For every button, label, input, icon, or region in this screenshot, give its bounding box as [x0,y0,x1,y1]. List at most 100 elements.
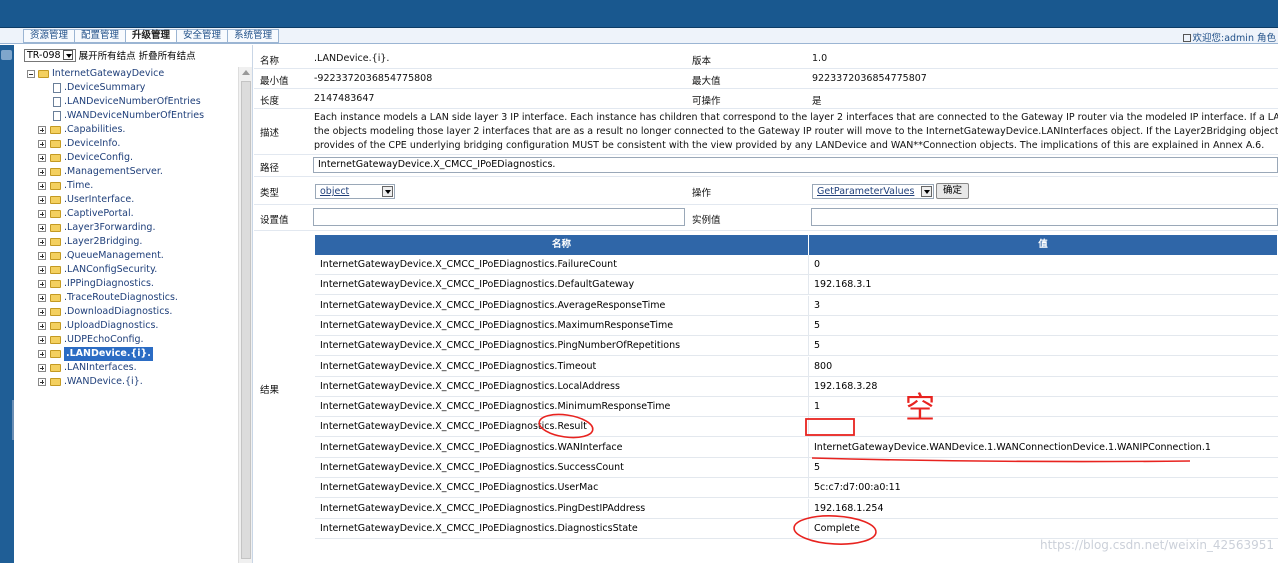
expand-icon[interactable] [38,252,46,260]
splitter-handle[interactable] [12,400,14,440]
result-parameter-value: 0 [814,259,821,270]
expand-icon[interactable] [38,364,46,372]
tree-node[interactable]: .LANDeviceNumberOfEntries [24,95,238,109]
main-menu-bar: 资源管理 配置管理 升级管理 安全管理 系统管理 欢迎您:admin 角色 [0,28,1278,44]
collapse-all-link[interactable]: 折叠所有结点 [139,48,196,62]
tree-node[interactable]: .TraceRouteDiagnostics. [24,291,238,305]
path-input[interactable]: InternetGatewayDevice.X_CMCC_IPoEDiagnos… [313,157,1278,173]
model-version-select[interactable]: TR-098 [24,48,76,62]
expand-icon[interactable] [38,224,46,232]
tree-node[interactable]: .UploadDiagnostics. [24,319,238,333]
expand-icon[interactable] [38,336,46,344]
row-length-writable: 长度 2147483647 可操作 是 [254,89,1278,109]
menu-tab-security[interactable]: 安全管理 [176,29,228,43]
expand-icon[interactable] [38,294,46,302]
tree-node[interactable]: .Layer3Forwarding. [24,221,238,235]
confirm-button[interactable]: 确定 [936,183,970,199]
writable-value: 是 [812,96,822,107]
result-parameter-value: 192.168.3.28 [814,380,878,392]
expand-icon[interactable] [38,196,46,204]
length-label: 长度 [260,96,280,107]
left-collapse-strip[interactable] [0,45,14,563]
expand-icon[interactable] [38,126,46,134]
min-label: 最小值 [260,76,289,87]
expand-icon[interactable] [38,378,46,386]
tree-node-label: .IPPingDiagnostics. [64,278,154,289]
table-row: InternetGatewayDevice.X_CMCC_IPoEDiagnos… [315,295,1278,316]
result-parameter-name: InternetGatewayDevice.X_CMCC_IPoEDiagnos… [320,502,646,514]
tree-node[interactable]: .DeviceSummary [24,81,238,95]
tree-node[interactable]: .LANConfigSecurity. [24,263,238,277]
instance-value-input[interactable] [811,208,1278,226]
expand-icon[interactable] [38,322,46,330]
tree-node[interactable]: .DownloadDiagnostics. [24,305,238,319]
top-banner [0,0,1278,28]
menu-tab-resource[interactable]: 资源管理 [23,29,75,43]
folder-icon [50,140,61,148]
result-parameter-name: InternetGatewayDevice.X_CMCC_IPoEDiagnos… [320,522,638,534]
result-parameter-value: 192.168.1.254 [814,502,884,514]
tree-node[interactable]: .QueueManagement. [24,249,238,263]
expand-icon[interactable] [38,280,46,288]
tree-node[interactable]: .IPPingDiagnostics. [24,277,238,291]
result-parameter-name: InternetGatewayDevice.X_CMCC_IPoEDiagnos… [320,279,635,291]
scroll-up-icon[interactable] [242,70,250,75]
expand-icon[interactable] [38,308,46,316]
type-select[interactable]: object [315,184,395,199]
description-line: the objects modeling those layer 2 inter… [314,126,1278,137]
tree-node[interactable]: .UDPEchoConfig. [24,333,238,347]
length-value: 2147483647 [314,93,375,104]
chevron-down-icon [62,50,73,60]
expand-icon[interactable] [38,182,46,190]
menu-tab-upgrade[interactable]: 升级管理 [125,29,177,43]
tree-node[interactable]: .Time. [24,179,238,193]
folder-icon [50,252,61,260]
tree-node[interactable]: .ManagementServer. [24,165,238,179]
result-parameter-name: InternetGatewayDevice.X_CMCC_IPoEDiagnos… [320,380,620,392]
tree-node[interactable]: .DeviceInfo. [24,137,238,151]
tree-node-label: .Time. [64,180,94,191]
menu-tab-config[interactable]: 配置管理 [74,29,126,43]
expand-icon[interactable] [38,140,46,148]
result-parameter-name: InternetGatewayDevice.X_CMCC_IPoEDiagnos… [320,482,599,494]
tree-toolbar: TR-098 展开所有结点 折叠所有结点 [24,48,196,62]
folder-icon [50,126,61,134]
tree-node[interactable]: .LANInterfaces. [24,361,238,375]
tree-node-label: .LANConfigSecurity. [64,264,158,275]
tree-node[interactable]: .WANDeviceNumberOfEntries [24,109,238,123]
column-divider [808,376,809,397]
collapse-icon[interactable] [27,70,35,78]
expand-icon[interactable] [38,266,46,274]
tree-root-node[interactable]: InternetGatewayDevice [24,67,238,81]
set-value-input[interactable] [313,208,685,226]
expand-all-link[interactable]: 展开所有结点 [79,48,136,62]
column-divider [808,397,809,418]
parameter-tree: InternetGatewayDevice .DeviceSummary .LAN… [24,67,238,389]
collapse-toggle-icon[interactable] [1,50,12,60]
expand-icon[interactable] [38,350,46,358]
instance-label: 实例值 [692,215,721,226]
tree-node[interactable]: .CaptivePortal. [24,207,238,221]
tree-node[interactable]: .Layer2Bridging. [24,235,238,249]
expand-icon[interactable] [38,238,46,246]
tree-node[interactable]: .UserInterface. [24,193,238,207]
folder-icon [50,238,61,246]
min-value: -9223372036854775808 [314,73,433,84]
folder-icon [50,182,61,190]
result-parameter-value: InternetGatewayDevice.WANDevice.1.WANCon… [814,441,1211,453]
operation-select[interactable]: GetParameterValues [812,184,934,199]
menu-tab-system[interactable]: 系统管理 [227,29,280,43]
scrollbar-thumb[interactable] [241,81,251,559]
expand-icon[interactable] [38,210,46,218]
tree-node[interactable]: .LANDevice.{i}. [24,347,238,361]
expand-icon[interactable] [38,168,46,176]
expand-icon[interactable] [38,154,46,162]
tree-node-label: .UploadDiagnostics. [64,320,159,331]
tree-node[interactable]: .DeviceConfig. [24,151,238,165]
tree-scrollbar[interactable] [238,67,252,563]
result-label: 结果 [260,385,280,396]
result-parameter-value: 5c:c7:d7:00:a0:11 [814,482,901,494]
version-value: 1.0 [812,53,828,64]
tree-node[interactable]: .WANDevice.{i}. [24,375,238,389]
tree-node[interactable]: .Capabilities. [24,123,238,137]
